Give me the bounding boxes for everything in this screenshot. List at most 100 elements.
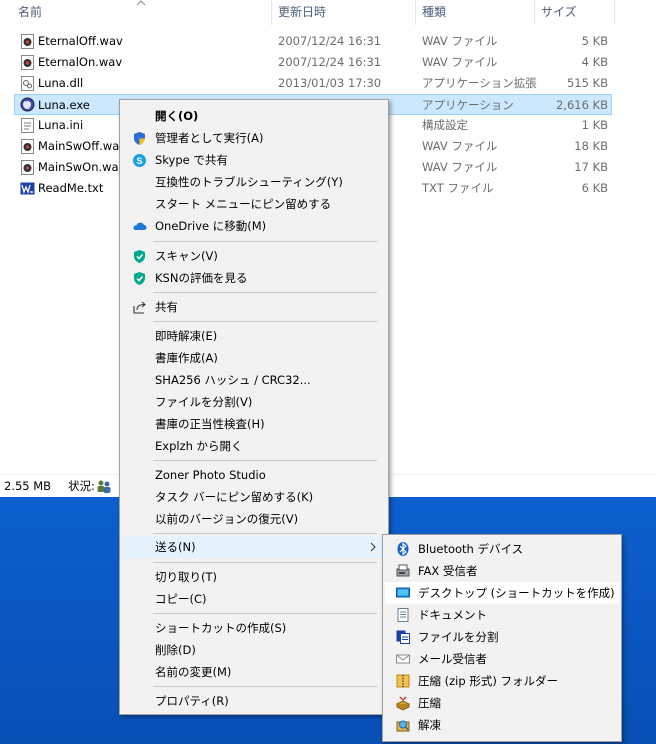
split-file-icon (396, 630, 410, 644)
zip-folder-icon (396, 674, 410, 688)
file-name: MainSwOn.wav (38, 160, 126, 174)
file-size: 515 KB (566, 76, 608, 90)
sendto-zip[interactable]: 圧縮 (zip 形式) フォルダー (385, 670, 619, 692)
menu-label: 書庫の正当性検査(H) (155, 417, 265, 431)
menu-label: メール受信者 (418, 652, 487, 666)
menu-run-as-admin[interactable]: 管理者として実行(A) (122, 127, 386, 149)
documents-icon (397, 608, 409, 622)
sendto-bluetooth[interactable]: Bluetooth デバイス (385, 538, 619, 560)
mail-icon (396, 654, 410, 664)
menu-label: 開く(O) (155, 109, 199, 123)
menu-skype-share[interactable]: S Skype で共有 (122, 149, 386, 171)
file-name: EternalOff.wav (38, 34, 123, 48)
file-size: 4 KB (581, 55, 608, 69)
menu-ksn[interactable]: KSNの評価を見る (122, 267, 386, 289)
file-name: Luna.dll (38, 76, 84, 90)
column-divider[interactable] (271, 0, 272, 25)
file-size: 2,616 KB (555, 98, 608, 112)
menu-create-archive[interactable]: 書庫作成(A) (122, 347, 386, 369)
menu-label: 送る(N) (155, 540, 196, 554)
column-divider[interactable] (614, 0, 615, 25)
menu-label: 圧縮 (418, 696, 441, 710)
menu-properties[interactable]: プロパティ(R) (122, 690, 386, 712)
menu-separator (153, 613, 377, 614)
menu-extract[interactable]: 即時解凍(E) (122, 325, 386, 347)
menu-sha256[interactable]: SHA256 ハッシュ / CRC32... (122, 369, 386, 391)
menu-restore-versions[interactable]: 以前のバージョンの復元(V) (122, 508, 386, 530)
menu-label: タスク バーにピン留めする(K) (155, 490, 314, 504)
file-size: 18 KB (574, 139, 608, 153)
menu-zoner[interactable]: Zoner Photo Studio (122, 464, 386, 486)
file-date: 2007/12/24 16:31 (278, 55, 382, 69)
menu-separator (153, 321, 377, 322)
sendto-split-file[interactable]: ファイルを分割 (385, 626, 619, 648)
menu-onedrive-move[interactable]: OneDrive に移動(M) (122, 215, 386, 237)
column-divider[interactable] (415, 0, 416, 25)
menu-label: 以前のバージョンの復元(V) (155, 512, 299, 526)
menu-label: ファイルを分割 (418, 630, 499, 644)
menu-create-shortcut[interactable]: ショートカットの作成(S) (122, 617, 386, 639)
menu-verify[interactable]: 書庫の正当性検査(H) (122, 413, 386, 435)
sendto-decompress[interactable]: 解凍 (385, 714, 619, 736)
menu-label: プロパティ(R) (155, 694, 229, 708)
column-name[interactable]: 名前 (18, 0, 42, 25)
menu-delete[interactable]: 削除(D) (122, 639, 386, 661)
file-date: 2007/12/24 16:31 (278, 34, 382, 48)
status-state-label: 状況: (68, 479, 95, 493)
menu-label: OneDrive に移動(M) (155, 219, 267, 233)
kaspersky-shield-icon (134, 272, 145, 285)
menu-cut[interactable]: 切り取り(T) (122, 566, 386, 588)
chevron-right-icon (370, 542, 376, 552)
menu-rename[interactable]: 名前の変更(M) (122, 661, 386, 683)
menu-label: Bluetooth デバイス (418, 542, 524, 556)
menu-share[interactable]: 共有 (122, 296, 386, 318)
menu-separator (153, 686, 377, 687)
menu-scan[interactable]: スキャン(V) (122, 245, 386, 267)
menu-separator (153, 241, 377, 242)
file-size: 1 KB (581, 118, 608, 132)
sort-ascending-icon[interactable] (136, 0, 146, 6)
menu-separator (153, 460, 377, 461)
file-row[interactable]: EternalOff.wav 2007/12/24 16:31 WAV ファイル… (0, 31, 656, 52)
wav-icon (21, 34, 34, 49)
menu-label: 即時解凍(E) (155, 329, 218, 343)
menu-split[interactable]: ファイルを分割(V) (122, 391, 386, 413)
menu-explzh-open[interactable]: Explzh から開く (122, 435, 386, 457)
menu-separator (153, 292, 377, 293)
file-type: WAV ファイル (422, 160, 498, 174)
menu-label: 名前の変更(M) (155, 665, 232, 679)
menu-open[interactable]: 開く(O) (122, 105, 386, 127)
menu-copy[interactable]: コピー(C) (122, 588, 386, 610)
menu-send-to[interactable]: 送る(N) (122, 536, 386, 558)
menu-pin-start[interactable]: スタート メニューにピン留めする (122, 193, 386, 215)
sendto-fax[interactable]: FAX 受信者 (385, 560, 619, 582)
menu-label: 圧縮 (zip 形式) フォルダー (418, 674, 558, 688)
desktop-icon (396, 587, 410, 598)
context-menu: 開く(O) 管理者として実行(A) S Skype で共有 互換性のトラブルシュ… (119, 99, 389, 715)
column-size[interactable]: サイズ (541, 0, 577, 25)
sendto-documents[interactable]: ドキュメント (385, 604, 619, 626)
file-row[interactable]: Luna.dll 2013/01/03 17:30 アプリケーション拡張 515… (0, 73, 656, 94)
menu-pin-taskbar[interactable]: タスク バーにピン留めする(K) (122, 486, 386, 508)
skype-icon: S (133, 154, 146, 167)
file-name: MainSwOff.wav (38, 139, 127, 153)
file-size: 5 KB (581, 34, 608, 48)
dll-icon (21, 76, 34, 91)
file-date: 2013/01/03 17:30 (278, 76, 382, 90)
column-header: 名前 更新日時 種類 サイズ (0, 0, 656, 25)
column-divider[interactable] (534, 0, 535, 25)
menu-label: 書庫作成(A) (155, 351, 218, 365)
wav-icon (21, 139, 34, 154)
menu-label: Explzh から開く (155, 439, 243, 453)
file-size: 6 KB (581, 181, 608, 195)
column-type[interactable]: 種類 (422, 0, 446, 25)
shared-users-icon (97, 480, 111, 493)
menu-label: スタート メニューにピン留めする (155, 197, 332, 211)
column-date[interactable]: 更新日時 (278, 0, 326, 25)
sendto-compress[interactable]: 圧縮 (385, 692, 619, 714)
menu-troubleshoot[interactable]: 互換性のトラブルシューティング(Y) (122, 171, 386, 193)
file-row[interactable]: EternalOn.wav 2007/12/24 16:31 WAV ファイル … (0, 52, 656, 73)
sendto-desktop[interactable]: デスクトップ (ショートカットを作成) (385, 582, 619, 604)
sendto-mail[interactable]: メール受信者 (385, 648, 619, 670)
compress-icon (395, 696, 411, 711)
